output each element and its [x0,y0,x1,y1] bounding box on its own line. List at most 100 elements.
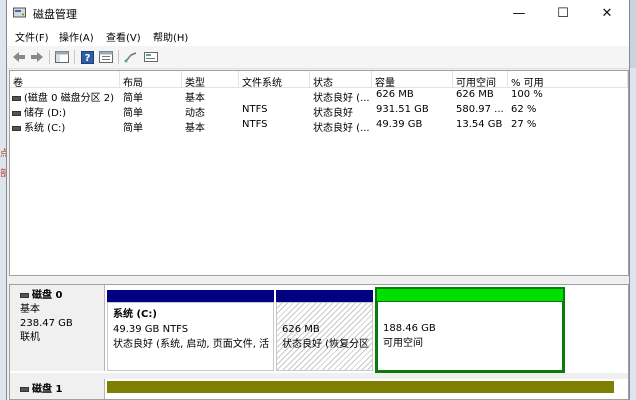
partition-bar [377,289,563,301]
volume-icon [12,125,21,131]
disk-0-info[interactable]: 磁盘 0 基本 238.47 GB 联机 [10,285,105,371]
volume-icon [12,95,21,101]
maximize-button[interactable]: ☐ [541,0,585,26]
disk-icon [20,292,29,298]
percent-free-cell: 27 % [511,119,537,130]
disk-0-state: 联机 [20,332,40,343]
console-tree-icon [55,51,69,63]
layout-cell: 简单 [123,123,143,134]
console-tree-button[interactable] [54,49,70,65]
properties-icon [99,51,113,63]
column-header-type[interactable]: 类型 [182,71,239,88]
volume-name-cell: 储存 (D:) [12,104,118,119]
column-header-layout[interactable]: 布局 [120,71,182,88]
column-header-filesystem[interactable]: 文件系统 [239,71,310,88]
filesystem-cell: NTFS [242,119,268,130]
filesystem-cell: NTFS [242,104,268,115]
column-header-percent-free[interactable]: % 可用 [508,71,628,88]
close-button[interactable]: ✕ [585,0,629,26]
arrow-left-icon [13,52,25,62]
free-space-cell: 626 MB [456,89,494,100]
partition-recovery[interactable]: 626 MB 状态良好 (恢复分区 [276,290,373,371]
disk-list-button[interactable] [143,49,159,65]
type-cell: 基本 [185,123,205,134]
disk-0-title-row: 磁盘 0 [20,289,104,303]
help-button[interactable]: ? [79,49,95,65]
column-header-free-space[interactable]: 可用空间 [453,71,508,88]
disk-1-name: 磁盘 1 [32,384,63,395]
percent-free-cell: 100 % [511,89,543,100]
toolbar-separator [74,50,75,64]
status-cell: 状态良好 [313,108,353,119]
partition-bar [107,290,274,302]
partition-body: 188.46 GB 可用空间 [377,301,563,371]
maximize-icon: ☐ [557,5,569,21]
column-header-status[interactable]: 状态 [310,71,372,88]
disk-graphical-panel: 磁盘 0 基本 238.47 GB 联机 系统 (C:) 49.39 GB NT… [9,284,629,400]
free-space-cell: 13.54 GB [456,119,503,130]
type-cell: 基本 [185,93,205,104]
partition-bar [107,381,614,393]
percent-free-cell: 62 % [511,104,537,115]
partition-body: 626 MB 状态良好 (恢复分区 [276,302,373,371]
disk-1-info[interactable]: 磁盘 1 [10,379,105,399]
partition-size: 188.46 GB [383,323,436,334]
svg-text:?: ? [84,53,90,64]
partition-title [383,306,557,321]
capacity-cell: 626 MB [376,89,414,100]
connect-icon [124,52,137,63]
partition-bar [276,290,373,302]
column-header-capacity[interactable]: 容量 [372,71,453,88]
volume-name: 系统 (C:) [24,123,66,134]
layout-cell: 简单 [123,108,143,119]
capacity-cell: 931.51 GB [376,104,429,115]
partition-disk-1[interactable] [107,381,614,399]
help-icon: ? [80,50,94,64]
disk-icon [20,386,29,392]
layout-cell: 简单 [123,93,143,104]
volume-name-cell: 系统 (C:) [12,119,118,134]
connect-disk-button[interactable] [123,49,139,65]
volume-row[interactable]: 系统 (C:) 简单 基本 NTFS 状态良好 (... 49.39 GB 13… [10,118,628,134]
pane-splitter[interactable] [7,276,629,284]
disk-0-type: 基本 [20,304,40,315]
back-button[interactable] [11,49,27,65]
status-cell: 状态良好 (... [313,93,370,104]
disk-0-size: 238.47 GB [20,318,73,329]
partition-title: 系统 (C:) [113,309,157,320]
disk-1-title-row: 磁盘 1 [20,383,104,397]
menu-file[interactable]: 文件(F) [15,29,49,44]
disk-0-name: 磁盘 0 [32,290,63,301]
status-cell: 状态良好 (... [313,123,370,134]
partition-title [282,307,367,322]
free-space-cell: 580.97 ... [456,104,504,115]
partition-size: 626 MB [282,324,320,335]
partition-unallocated[interactable]: 188.46 GB 可用空间 [375,287,565,373]
partition-system-c[interactable]: 系统 (C:) 49.39 GB NTFS 状态良好 (系统, 启动, 页面文件… [107,290,274,371]
partition-size-fs: 49.39 GB NTFS [113,324,189,335]
partition-status: 状态良好 (恢复分区 [282,339,370,350]
arrow-right-icon [31,52,43,62]
type-cell: 动态 [185,108,205,119]
disk-management-app-icon [13,7,26,18]
partition-body: 系统 (C:) 49.39 GB NTFS 状态良好 (系统, 启动, 页面文件… [107,302,274,371]
menu-action[interactable]: 操作(A) [59,29,94,44]
disk-management-window: 磁盘管理 — ☐ ✕ 文件(F) 操作(A) 查看(V) 帮助(H) ? 卷 布… [6,0,630,400]
menu-help[interactable]: 帮助(H) [153,29,188,44]
volume-row[interactable]: (磁盘 0 磁盘分区 2) 简单 基本 状态良好 (... 626 MB 626… [10,88,628,104]
properties-button[interactable] [98,49,114,65]
forward-button[interactable] [29,49,45,65]
minimize-icon: — [512,5,526,21]
desktop-background-right [630,68,636,400]
column-header-volume[interactable]: 卷 [10,71,120,88]
partition-status: 状态良好 (系统, 启动, 页面文件, 活 [113,339,270,350]
menu-view[interactable]: 查看(V) [106,29,141,44]
toolbar-separator [49,50,50,64]
disk-list-icon [144,52,158,62]
title-bar[interactable]: 磁盘管理 — ☐ ✕ [7,0,629,26]
close-icon: ✕ [601,5,613,21]
volume-row[interactable]: 储存 (D:) 简单 动态 NTFS 状态良好 931.51 GB 580.97… [10,103,628,119]
toolbar-separator [118,50,119,64]
minimize-button[interactable]: — [497,0,541,26]
toolbar: ? [7,46,629,69]
